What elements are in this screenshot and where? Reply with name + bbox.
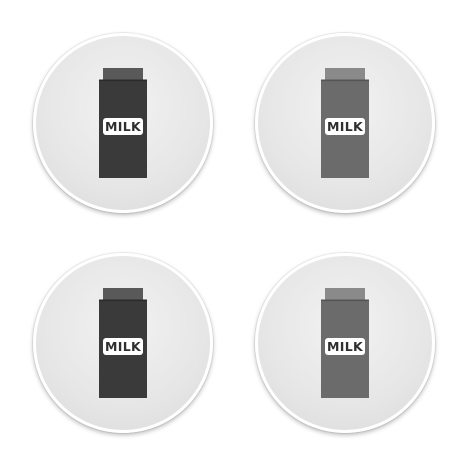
milk-label: MILK	[105, 339, 142, 354]
milk-carton-icon: MILK	[99, 288, 147, 398]
milk-icon-button-2[interactable]: MILK	[255, 33, 435, 213]
milk-icon-button-3[interactable]: MILK	[33, 253, 213, 433]
milk-label: MILK	[327, 119, 364, 134]
milk-carton-icon: MILK	[99, 68, 147, 178]
milk-label: MILK	[105, 119, 142, 134]
milk-icon-button-1[interactable]: MILK	[33, 33, 213, 213]
milk-label: MILK	[327, 339, 364, 354]
milk-icon-button-4[interactable]: MILK	[255, 253, 435, 433]
milk-carton-icon: MILK	[321, 288, 369, 398]
milk-carton-icon: MILK	[321, 68, 369, 178]
